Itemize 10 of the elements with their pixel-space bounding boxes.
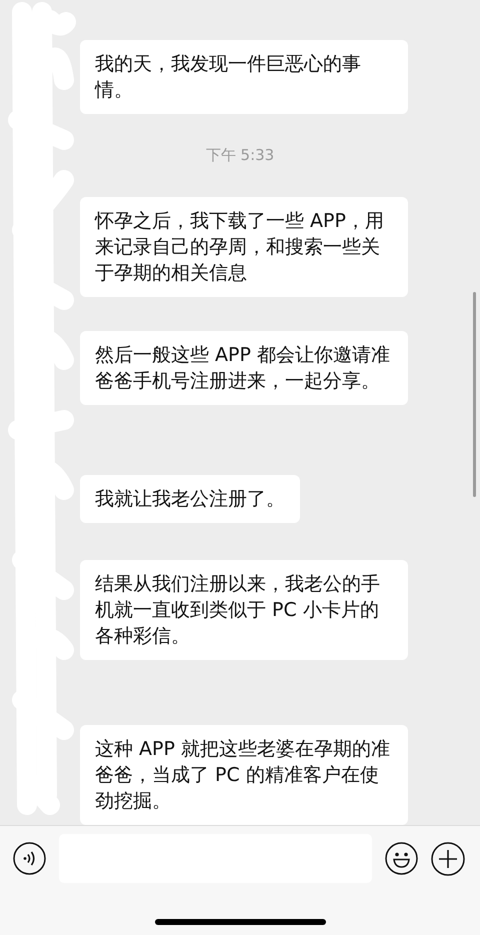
emoji-icon[interactable]: [385, 842, 418, 875]
timestamp: 下午 5:33: [206, 145, 274, 166]
message-bubble: 我就让我老公注册了。: [80, 474, 300, 522]
message-bubble: 这种 APP 就把这些老婆在孕期的准爸爸，当成了 PC 的精准客户在使劲挖掘。: [80, 724, 408, 824]
message-bubble: 怀孕之后，我下载了一些 APP，用来记录自己的孕周，和搜索一些关于孕期的相关信息: [80, 196, 408, 296]
message-bubble: 我的天，我发现一件巨恶心的事情。: [80, 40, 408, 114]
plus-icon[interactable]: [431, 842, 465, 876]
message-bubble: 然后一般这些 APP 都会让你邀请准爸爸手机号注册进来，一起分享。: [80, 330, 408, 404]
message-bubble: 结果从我们注册以来，我老公的手机就一直收到类似于 PC 小卡片的各种彩信。: [80, 560, 408, 660]
voice-icon[interactable]: [13, 842, 46, 875]
